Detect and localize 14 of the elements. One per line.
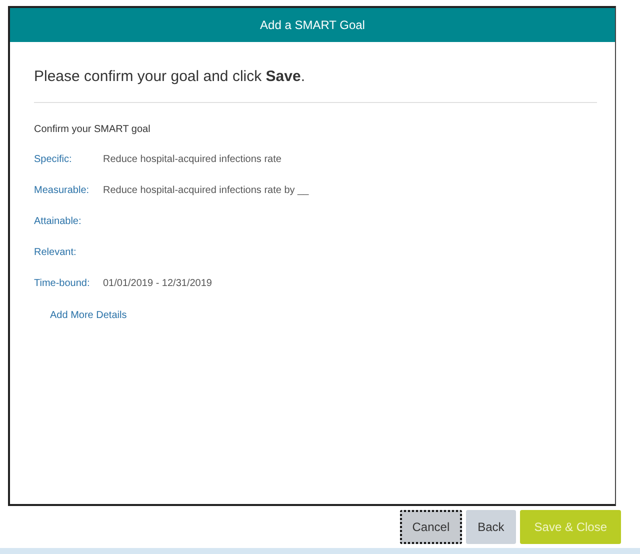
- field-label: Relevant:: [34, 247, 78, 259]
- section-title: Confirm your SMART goal: [34, 124, 152, 135]
- field-label: Specific:: [34, 154, 73, 166]
- field-label: Measurable:: [34, 185, 90, 197]
- cancel-button[interactable]: Cancel: [400, 510, 462, 544]
- dialog-title: Add a SMART Goal: [10, 8, 615, 42]
- field-label: Attainable:: [34, 216, 82, 228]
- back-button[interactable]: Back: [466, 510, 516, 544]
- instruction-text: Please confirm your goal and click Save.: [34, 68, 597, 103]
- field-label: Time-bound:: [34, 278, 91, 290]
- field-value: 01/01/2019 - 12/31/2019: [103, 278, 212, 290]
- add-details-link[interactable]: Add More Details: [50, 310, 127, 321]
- field-value: Reduce hospital-acquired infections rate by __: [103, 185, 309, 197]
- field-value: Reduce hospital-acquired infections rate: [103, 154, 282, 166]
